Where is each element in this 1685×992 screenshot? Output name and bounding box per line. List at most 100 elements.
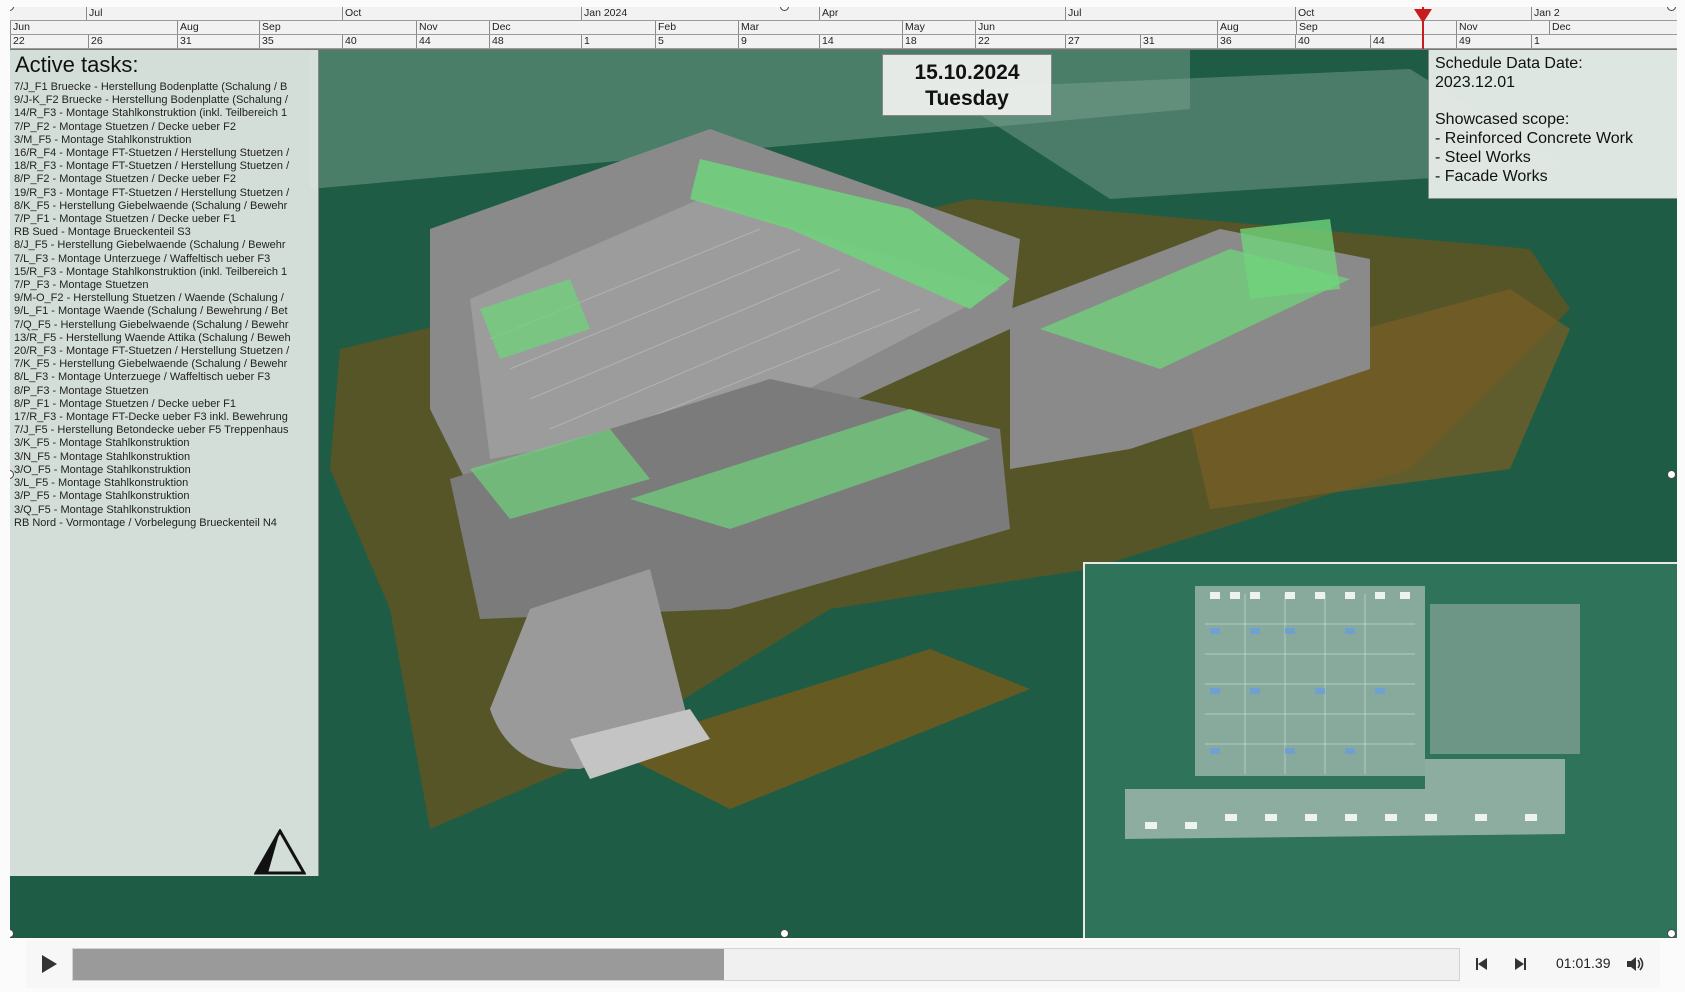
- task-item: 8/P_F1 - Montage Stuetzen / Decke ueber …: [14, 397, 236, 410]
- task-item: 9/M-O_F2 - Herstellung Stuetzen / Waende…: [14, 292, 284, 305]
- resize-handle[interactable]: [780, 929, 789, 938]
- timeline-week: 26: [88, 35, 177, 48]
- timeline-week: 36: [1217, 35, 1295, 48]
- timeline-week: 31: [1140, 35, 1217, 48]
- task-item: 20/R_F3 - Montage FT-Stuetzen / Herstell…: [14, 345, 290, 358]
- task-item: 7/L_F3 - Montage Unterzuege / Waffeltisc…: [14, 252, 271, 265]
- task-item: 15/R_F3 - Montage Stahlkonstruktion (ink…: [14, 265, 288, 278]
- task-item: 9/J-K_F2 Bruecke - Herstellung Bodenplat…: [14, 94, 288, 107]
- scope-item: - Facade Works: [1435, 168, 1548, 185]
- task-item: 18/R_F3 - Montage FT-Stuetzen / Herstell…: [14, 160, 290, 173]
- timeline-month: Sep: [259, 21, 416, 34]
- current-date-marker-icon[interactable]: [1414, 9, 1432, 23]
- task-item: 9/L_F1 - Montage Waende (Schalung / Bewe…: [14, 305, 288, 318]
- timeline-week: 49: [1456, 35, 1531, 48]
- timeline-week: 14: [819, 35, 902, 48]
- current-weekday: Tuesday: [925, 87, 1009, 110]
- timeline-week: 35: [259, 35, 342, 48]
- task-item: 7/Q_F5 - Herstellung Giebelwaende (Schal…: [14, 318, 289, 331]
- resize-handle[interactable]: [1667, 929, 1676, 938]
- timeline-month: Aug: [177, 21, 259, 34]
- task-item: 3/O_F5 - Montage Stahlkonstruktion: [14, 463, 191, 476]
- timeline-week: 40: [342, 35, 416, 48]
- task-item: 3/P_F5 - Montage Stahlkonstruktion: [14, 490, 190, 503]
- timeline-row-months: Jun Aug Sep Nov Dec Feb Mar May Jun Aug …: [10, 21, 1677, 35]
- timeline-month: Aug: [1217, 21, 1296, 34]
- playback-progress-bar[interactable]: [72, 948, 1460, 981]
- timeline-month: Sep: [1296, 21, 1456, 34]
- task-item: 17/R_F3 - Montage FT-Decke ueber F3 inkl…: [14, 411, 288, 424]
- resize-handle[interactable]: [1667, 470, 1676, 479]
- task-item: 3/N_F5 - Montage Stahlkonstruktion: [14, 450, 191, 463]
- floor-plan-render: [1085, 564, 1677, 938]
- timeline-week: 1: [581, 35, 655, 48]
- task-item: RB Nord - Vormontage / Vorbelegung Bruec…: [14, 516, 277, 529]
- timeline-month: Dec: [489, 21, 655, 34]
- timeline-week: 5: [655, 35, 738, 48]
- task-item: 7/J_F5 - Herstellung Betondecke ueber F5…: [14, 424, 289, 437]
- timeline-month: Nov: [1456, 21, 1549, 34]
- step-forward-icon[interactable]: [1510, 954, 1530, 974]
- timeline-week: 22: [975, 35, 1065, 48]
- task-item: 8/L_F3 - Montage Unterzuege / Waffeltisc…: [14, 371, 271, 384]
- task-item: 19/R_F3 - Montage FT-Stuetzen / Herstell…: [14, 186, 290, 199]
- task-item: 8/P_F3 - Montage Stuetzen: [14, 384, 149, 397]
- timeline-week: 44: [416, 35, 489, 48]
- active-tasks-list: 7/J_F1 Bruecke - Herstellung Bodenplatte…: [14, 81, 314, 530]
- playback-time: 01:01.39: [1556, 955, 1611, 971]
- data-date-value: 2023.12.01: [1435, 74, 1516, 91]
- play-icon[interactable]: [34, 950, 62, 978]
- task-item: 8/K_F5 - Herstellung Giebelwaende (Schal…: [14, 199, 288, 212]
- timeline-week: 48: [489, 35, 581, 48]
- timeline-month: Dec: [1549, 21, 1677, 34]
- task-item: 7/P_F1 - Montage Stuetzen / Decke ueber …: [14, 213, 236, 226]
- schedule-timeline[interactable]: Jul Oct Jan 2024 Apr Jul Oct Jan 2 Jun A…: [10, 7, 1677, 50]
- timeline-week: 40: [1295, 35, 1370, 48]
- timeline-week: 31: [177, 35, 259, 48]
- task-item: 13/R_F5 - Herstellung Waende Attika (Sch…: [14, 331, 291, 344]
- timeline-top-month: Jul: [86, 7, 342, 20]
- timeline-top-month: Oct: [342, 7, 581, 20]
- timeline-week: 44: [1370, 35, 1456, 48]
- task-item: 3/K_F5 - Montage Stahlkonstruktion: [14, 437, 190, 450]
- data-date-label: Schedule Data Date:: [1435, 55, 1583, 72]
- playback-progress-fill: [73, 949, 725, 980]
- timeline-row-weeks: 22 26 31 35 40 44 48 1 5 9 14 18 22 27 3…: [10, 35, 1677, 49]
- step-back-icon[interactable]: [1472, 954, 1492, 974]
- timeline-week: 1: [1531, 35, 1677, 48]
- 4d-simulation-canvas[interactable]: Jul Oct Jan 2024 Apr Jul Oct Jan 2 Jun A…: [10, 7, 1677, 938]
- current-date: 15.10.2024: [914, 61, 1020, 84]
- scope-item: - Reinforced Concrete Work: [1435, 130, 1633, 147]
- current-date-box: 15.10.2024 Tuesday: [882, 54, 1052, 116]
- task-item: 8/P_F2 - Montage Stuetzen / Decke ueber …: [14, 173, 236, 186]
- task-item: 14/R_F3 - Montage Stahlkonstruktion (ink…: [14, 107, 288, 120]
- timeline-month: Nov: [416, 21, 489, 34]
- task-item: 8/J_F5 - Herstellung Giebelwaende (Schal…: [14, 239, 286, 252]
- timeline-month: Feb: [655, 21, 738, 34]
- video-player-controls: 01:01.39: [26, 940, 1660, 988]
- timeline-month: Mar: [738, 21, 902, 34]
- task-item: 7/J_F1 Bruecke - Herstellung Bodenplatte…: [14, 81, 288, 93]
- timeline-month: Jun: [975, 21, 1217, 34]
- task-item: RB Sued - Montage Brueckenteil S3: [14, 226, 191, 239]
- timeline-top-month: Oct: [1295, 7, 1531, 20]
- task-item: 16/R_F4 - Montage FT-Stuetzen / Herstell…: [14, 147, 290, 160]
- task-item: 3/M_F5 - Montage Stahlkonstruktion: [14, 133, 192, 146]
- task-item: 7/P_F3 - Montage Stuetzen: [14, 279, 149, 292]
- volume-icon[interactable]: [1624, 953, 1646, 975]
- timeline-week: 9: [738, 35, 819, 48]
- timeline-week: 22: [10, 35, 88, 48]
- schedule-info-box: Schedule Data Date: 2023.12.01 Showcased…: [1428, 49, 1677, 199]
- floor-plan-minimap[interactable]: [1083, 562, 1677, 938]
- active-tasks-title: Active tasks:: [15, 52, 139, 77]
- active-tasks-panel: Active tasks: 7/J_F1 Bruecke - Herstellu…: [10, 49, 319, 876]
- task-item: 3/L_F5 - Montage Stahlkonstruktion: [14, 477, 189, 490]
- timeline-top-month: Apr: [819, 7, 1065, 20]
- timeline-week: 27: [1065, 35, 1140, 48]
- company-logo-icon: [254, 829, 306, 875]
- task-item: 3/Q_F5 - Montage Stahlkonstruktion: [14, 503, 191, 516]
- scope-label: Showcased scope:: [1435, 111, 1570, 128]
- timeline-top-month: Jul: [1065, 7, 1295, 20]
- timeline-week: 18: [902, 35, 975, 48]
- task-item: 7/P_F2 - Montage Stuetzen / Decke ueber …: [14, 120, 236, 133]
